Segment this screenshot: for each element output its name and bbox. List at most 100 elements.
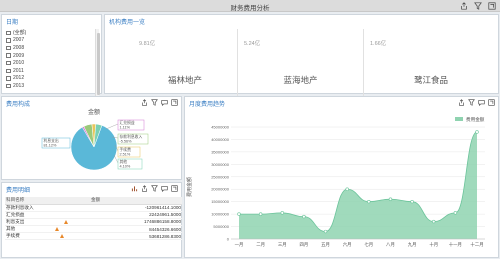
cost-structure-panel: 费用构成 金额 利息支出 81.12% 汇兑损益 1.11% 存款利息收入 -5.56% 手… <box>1 96 182 180</box>
cost-detail-panel: 费用明细 科目名称 金额 存款利息收入 -120961414.1000 汇兑损益 22… <box>1 182 182 258</box>
y-axis-label: 费用金额 <box>186 177 193 197</box>
checkbox[interactable] <box>6 30 11 36</box>
export-icon[interactable] <box>141 185 148 192</box>
org-card-amount: 5.24亿 <box>244 41 261 47</box>
date-option[interactable]: 2010 <box>6 59 26 67</box>
date-option[interactable]: 2011 <box>6 67 26 75</box>
monthly-trend-panel: 月度费用趋势 费用金额 费用金额 0 5000000 10000000 1500000… <box>184 96 499 258</box>
org-card-name: 鹭江食品 <box>413 75 448 85</box>
cell-amount: 53681286.8300 <box>90 232 182 241</box>
filter-icon[interactable] <box>474 2 482 10</box>
detail-panel-title: 费用明细 <box>6 188 31 194</box>
data-point[interactable] <box>475 130 479 134</box>
area-series <box>239 131 477 239</box>
data-point[interactable] <box>388 197 393 201</box>
fullscreen-icon[interactable] <box>488 99 495 106</box>
date-option-label: 2013 <box>13 82 25 89</box>
date-option[interactable]: 2007 <box>6 37 26 45</box>
date-option[interactable]: 2009 <box>6 52 26 60</box>
date-option-label: 2009 <box>13 52 25 59</box>
filter-icon[interactable] <box>151 185 158 192</box>
fullscreen-icon[interactable] <box>171 185 178 192</box>
date-option-label: 2008 <box>13 44 25 51</box>
row-name: 存款利息收入 <box>6 204 34 210</box>
fullscreen-icon[interactable] <box>488 2 496 10</box>
pie-label-percent: 81.12% <box>44 144 58 148</box>
table-row[interactable]: 手续费 53681286.8300 <box>5 232 182 241</box>
data-point[interactable] <box>410 199 414 204</box>
bar-chart-icon[interactable] <box>131 185 138 192</box>
header-bar: 财务费用分析 <box>0 0 500 12</box>
export-icon[interactable] <box>458 99 465 106</box>
area-chart: 费用金额 费用金额 0 5000000 10000000 15000000 200000… <box>186 116 485 248</box>
pie-label-leader <box>113 154 119 164</box>
legend-label: 费用金额 <box>466 116 485 123</box>
x-tick-label: 三月 <box>278 242 287 248</box>
filter-icon[interactable] <box>151 99 158 106</box>
table-row[interactable]: 利息支出 1746886158.8000 <box>5 218 182 227</box>
cell-name: 手续费 <box>5 232 90 241</box>
org-panel-spacer <box>107 55 127 56</box>
checkbox[interactable] <box>6 45 11 51</box>
data-point[interactable] <box>432 219 436 224</box>
date-option-label: 2012 <box>13 75 25 82</box>
date-option[interactable]: 2012 <box>6 75 26 83</box>
y-tick-label: 0 <box>227 237 230 242</box>
x-tick-label: 十一月 <box>449 241 462 248</box>
y-tick-label: 25000000 <box>211 174 230 179</box>
cell-name: 利息支出 <box>5 218 90 227</box>
pie-label-percent: 2.51% <box>120 153 131 157</box>
data-point[interactable] <box>367 199 371 204</box>
data-point[interactable] <box>345 187 349 191</box>
pie-label-name: 手续费 <box>120 147 132 152</box>
date-option-label: 2011 <box>13 67 24 74</box>
export-icon[interactable] <box>141 99 148 106</box>
data-point[interactable] <box>258 212 263 216</box>
filter-icon[interactable] <box>468 99 475 106</box>
cell-name: 其他 <box>5 225 90 234</box>
data-point[interactable] <box>323 229 328 234</box>
x-tick-label: 六月 <box>343 241 352 248</box>
comment-icon[interactable] <box>478 99 485 106</box>
x-tick-label: 八月 <box>386 242 395 248</box>
y-tick-label: 30000000 <box>211 162 230 167</box>
date-option[interactable]: (全部) <box>6 29 26 37</box>
checkbox[interactable] <box>6 53 11 58</box>
table-row[interactable]: 存款利息收入 -120961414.1000 <box>5 204 182 212</box>
column-header-amount[interactable]: 金额 <box>90 197 182 205</box>
checkbox[interactable] <box>6 83 11 89</box>
scrollbar-thumb[interactable] <box>96 33 100 95</box>
data-point[interactable] <box>302 214 306 219</box>
warning-icon <box>64 219 69 224</box>
y-tick-label: 40000000 <box>211 137 230 142</box>
pie-label-percent: 1.11% <box>120 126 131 130</box>
data-point[interactable] <box>237 212 241 216</box>
checkbox[interactable] <box>6 76 11 81</box>
column-header-name[interactable]: 科目名称 <box>5 197 90 205</box>
cell-amount: 22424961.5000 <box>90 211 182 219</box>
data-point[interactable] <box>280 211 284 215</box>
table-row[interactable]: 其他 84454326.6600 <box>5 225 182 234</box>
comment-icon[interactable] <box>161 185 168 192</box>
row-name: 其他 <box>6 226 16 232</box>
checkbox[interactable] <box>6 38 11 43</box>
org-card-amount: 9.81亿 <box>139 41 156 47</box>
date-option[interactable]: 2008 <box>6 44 26 52</box>
comment-icon[interactable] <box>161 99 168 106</box>
export-icon[interactable] <box>460 2 468 10</box>
table-row[interactable]: 汇兑损益 22424961.5000 <box>5 211 182 219</box>
pie-label-name: 利息支出 <box>44 138 59 143</box>
fullscreen-icon[interactable] <box>171 99 178 106</box>
date-filter-panel: 日期 (全部) 2007 2008 2009 2010 2011 2012 2013 <box>1 14 102 107</box>
checkbox[interactable] <box>6 60 11 66</box>
cell-amount: -120961414.1000 <box>90 204 182 212</box>
date-option[interactable]: 2013 <box>6 82 26 90</box>
date-panel-title: 日期 <box>6 20 19 26</box>
x-tick-label: 七月 <box>364 241 373 248</box>
cell-amount: 1746886158.8000 <box>90 218 182 227</box>
pie-label-name: 其他 <box>120 159 128 164</box>
data-point[interactable] <box>453 211 458 215</box>
x-tick-label: 五月 <box>321 242 330 248</box>
cell-amount: 84454326.6600 <box>90 225 182 234</box>
checkbox[interactable] <box>6 68 11 74</box>
